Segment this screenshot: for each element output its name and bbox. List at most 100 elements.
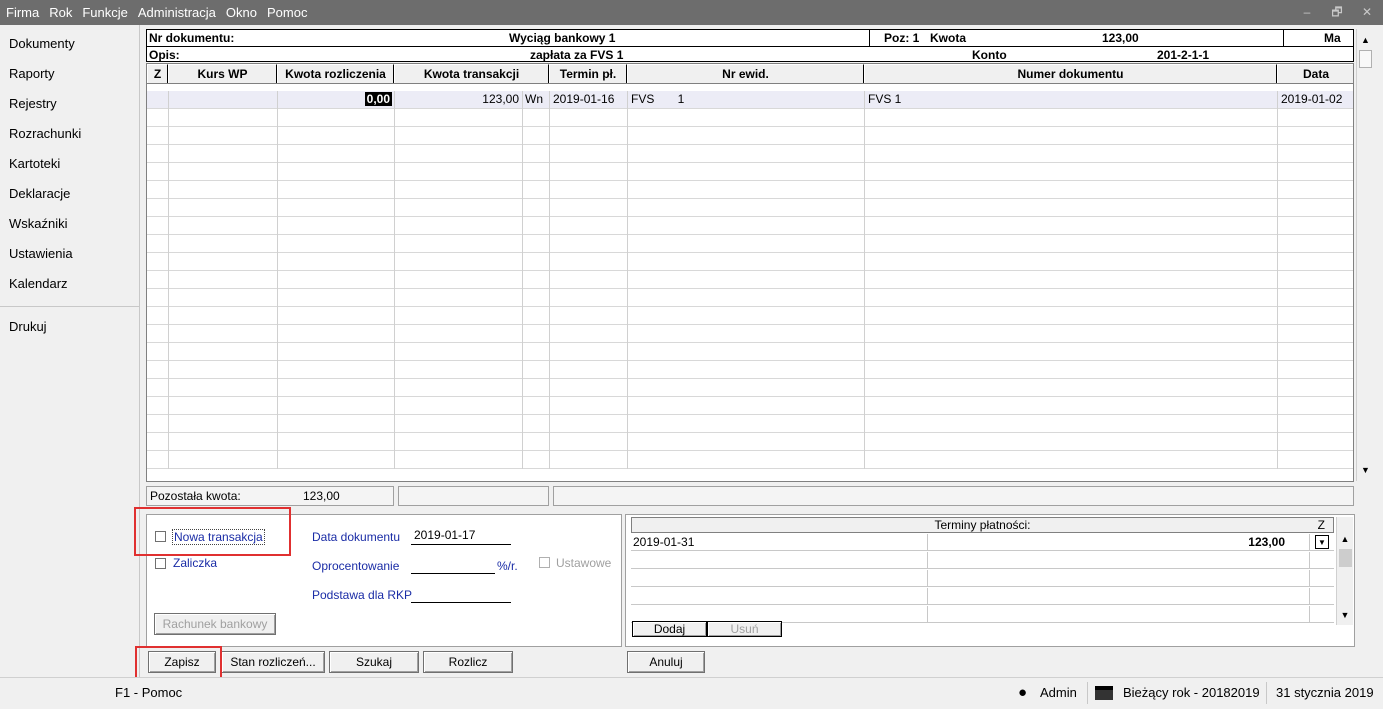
cell-kurs-wp[interactable] <box>169 91 278 109</box>
menu-rok[interactable]: Rok <box>44 0 77 25</box>
oprocentowanie-unit: %/r. <box>497 559 518 573</box>
cell-termin[interactable]: 2019-01-16 <box>550 91 628 109</box>
payment-term-z-cell[interactable]: ▼ <box>1310 534 1334 551</box>
empty-cell <box>523 163 550 181</box>
sidebar-item-dokumenty[interactable]: Dokumenty <box>9 36 75 51</box>
cell-z[interactable] <box>147 91 169 109</box>
terms-scroll-down-icon[interactable]: ▼ <box>1337 607 1353 624</box>
payment-term-date[interactable]: 2019-01-31 <box>631 534 928 551</box>
empty-cell <box>395 181 523 199</box>
sidebar-item-wskazniki[interactable]: Wskaźniki <box>9 216 68 231</box>
podstawa-rkp-field[interactable] <box>411 602 511 603</box>
menu-administracja[interactable]: Administracja <box>133 0 221 25</box>
menu-okno[interactable]: Okno <box>221 0 262 25</box>
minimize-icon[interactable]: – <box>1292 0 1322 25</box>
menu-pomoc[interactable]: Pomoc <box>262 0 312 25</box>
sidebar-item-kartoteki[interactable]: Kartoteki <box>9 156 60 171</box>
empty-cell <box>1278 199 1353 217</box>
column-header-data[interactable]: Data <box>1277 64 1353 83</box>
restore-icon[interactable]: 🗗 <box>1322 0 1352 25</box>
empty-cell <box>865 199 1278 217</box>
cell-strona[interactable]: Wn <box>523 91 550 109</box>
empty-cell <box>169 307 278 325</box>
payment-term-amount[interactable]: 123,00 <box>928 534 1310 551</box>
column-header-numer-dokumentu[interactable]: Numer dokumentu <box>864 64 1277 83</box>
column-header-kwota-transakcji[interactable]: Kwota transakcji <box>394 64 549 83</box>
close-icon[interactable]: ✕ <box>1352 0 1382 25</box>
nowa-transakcja-checkbox[interactable] <box>155 531 166 542</box>
opis-label: Opis: <box>149 48 180 62</box>
szukaj-button[interactable]: Szukaj <box>329 651 419 673</box>
empty-cell <box>628 217 865 235</box>
empty-cell <box>550 127 628 145</box>
payment-term-row[interactable]: 2019-01-31 123,00 ▼ <box>631 534 1334 551</box>
empty-cell <box>278 163 395 181</box>
empty-cell <box>523 343 550 361</box>
cell-nr-ewid[interactable]: FVS 1 <box>628 91 865 109</box>
empty-table-row <box>147 289 1353 307</box>
scroll-down-icon[interactable]: ▼ <box>1357 462 1374 479</box>
empty-cell <box>550 289 628 307</box>
terms-scrollbar[interactable]: ▲ ▼ <box>1336 517 1353 625</box>
column-header-nr-ewid[interactable]: Nr ewid. <box>627 64 864 83</box>
current-date: 31 stycznia 2019 <box>1276 685 1374 700</box>
column-header-z[interactable]: Z <box>147 64 168 83</box>
empty-cell <box>147 361 169 379</box>
column-header-kurs-wp[interactable]: Kurs WP <box>168 64 277 83</box>
usun-button[interactable]: Usuń <box>707 621 782 637</box>
empty-cell <box>550 307 628 325</box>
sidebar: Dokumenty Raporty Rejestry Rozrachunki K… <box>0 25 140 677</box>
empty-cell <box>278 235 395 253</box>
grid-scrollbar[interactable]: ▲ ▼ <box>1356 29 1374 481</box>
sidebar-item-raporty[interactable]: Raporty <box>9 66 55 81</box>
zaliczka-checkbox[interactable] <box>155 558 166 569</box>
menu-bar: Firma Rok Funkcje Administracja Okno Pom… <box>0 0 1383 25</box>
empty-cell <box>169 397 278 415</box>
zaliczka-label[interactable]: Zaliczka <box>173 556 217 570</box>
ustawowe-checkbox[interactable] <box>539 557 550 568</box>
oprocentowanie-label: Oprocentowanie <box>312 559 400 573</box>
scroll-up-icon[interactable]: ▲ <box>1357 32 1374 49</box>
terms-scroll-up-icon[interactable]: ▲ <box>1337 531 1353 548</box>
sidebar-item-ustawienia[interactable]: Ustawienia <box>9 246 73 261</box>
sidebar-item-kalendarz[interactable]: Kalendarz <box>9 276 68 291</box>
main-area: Nr dokumentu: Wyciąg bankowy 1 Poz: 1 Kw… <box>141 25 1383 677</box>
kwota-rozliczenia-value[interactable]: 0,00 <box>364 92 392 106</box>
sidebar-item-drukuj[interactable]: Drukuj <box>9 319 47 334</box>
empty-cell <box>278 307 395 325</box>
scroll-thumb[interactable] <box>1359 50 1372 68</box>
empty-cell <box>395 379 523 397</box>
empty-cell <box>1278 145 1353 163</box>
empty-cell <box>865 307 1278 325</box>
empty-cell <box>628 451 865 469</box>
anuluj-button[interactable]: Anuluj <box>627 651 705 673</box>
zapisz-button[interactable]: Zapisz <box>148 651 216 673</box>
empty-cell <box>865 433 1278 451</box>
remaining-value: 123,00 <box>303 489 340 503</box>
empty-cell <box>395 433 523 451</box>
dodaj-button[interactable]: Dodaj <box>632 621 707 637</box>
column-header-kwota-rozliczenia[interactable]: Kwota rozliczenia <box>277 64 394 83</box>
cell-data[interactable]: 2019-01-02 <box>1278 91 1353 109</box>
stan-rozliczen-button[interactable]: Stan rozliczeń... <box>221 651 325 673</box>
nowa-transakcja-label[interactable]: Nowa transakcja <box>172 529 265 545</box>
cell-kwota-transakcji[interactable]: 123,00 <box>395 91 523 109</box>
rozlicz-button[interactable]: Rozlicz <box>423 651 513 673</box>
terms-scroll-thumb[interactable] <box>1339 549 1352 567</box>
sidebar-item-deklaracje[interactable]: Deklaracje <box>9 186 70 201</box>
menu-firma[interactable]: Firma <box>0 0 44 25</box>
empty-cell <box>1278 235 1353 253</box>
menu-funkcje[interactable]: Funkcje <box>77 0 133 25</box>
strona-ma-label: Ma <box>1324 31 1341 45</box>
rachunek-bankowy-button[interactable]: Rachunek bankowy <box>154 613 276 635</box>
data-dokumentu-field[interactable]: 2019-01-17 <box>414 528 475 542</box>
cell-numer-dokumentu[interactable]: FVS 1 <box>865 91 1278 109</box>
sidebar-item-rejestry[interactable]: Rejestry <box>9 96 57 111</box>
dropdown-icon[interactable]: ▼ <box>1315 535 1329 549</box>
oprocentowanie-field[interactable] <box>411 573 495 574</box>
table-row[interactable]: 0,00 123,00 Wn 2019-01-16 FVS 1 FVS 1 20… <box>147 91 1353 109</box>
cell-kwota-rozliczenia[interactable]: 0,00 <box>278 91 395 109</box>
sidebar-item-rozrachunki[interactable]: Rozrachunki <box>9 126 81 141</box>
payment-terms-title: Terminy płatności: <box>934 518 1031 532</box>
column-header-termin[interactable]: Termin pł. <box>549 64 627 83</box>
